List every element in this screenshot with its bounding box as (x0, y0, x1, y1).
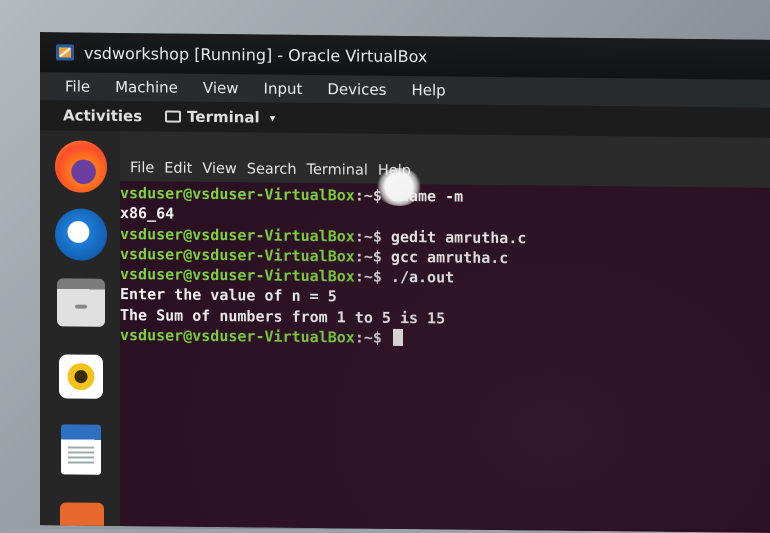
terminal-icon (165, 110, 182, 123)
firefox-icon[interactable] (55, 140, 107, 193)
terminal-window[interactable]: File Edit View Search Terminal Help vsdu… (120, 131, 770, 533)
virtualbox-icon (56, 44, 74, 61)
prompt-user: vsduser@vsduser-VirtualBox (120, 326, 355, 347)
menu-help[interactable]: Help (411, 81, 445, 99)
terminal-menu-terminal[interactable]: Terminal (307, 162, 368, 179)
menu-input[interactable]: Input (264, 80, 303, 98)
menu-file[interactable]: File (65, 77, 90, 95)
terminal-menu-view[interactable]: View (202, 161, 236, 177)
command-text: gedit amrutha.c (381, 227, 527, 247)
prompt-suffix: :~$ (354, 328, 382, 347)
prompt-user: vsduser@vsduser-VirtualBox (120, 224, 355, 246)
terminal-output[interactable]: vsduser@vsduser-VirtualBox:~$ uname -m x8… (120, 183, 770, 533)
terminal-menu-file[interactable]: File (130, 160, 154, 176)
menu-machine[interactable]: Machine (115, 78, 178, 97)
command-text: ./a.out (381, 267, 455, 287)
window-title: vsdworkshop [Running] - Oracle VirtualBo… (84, 43, 428, 66)
prompt-user: vsduser@vsduser-VirtualBox (120, 244, 355, 266)
app-menu-terminal[interactable]: Terminal ▾ (165, 107, 275, 126)
output-text: Enter the value of n = 5 (120, 285, 337, 306)
app-menu-label: Terminal (187, 107, 260, 127)
activities-button[interactable]: Activities (63, 106, 142, 125)
terminal-header: File Edit View Search Terminal Help (120, 131, 770, 188)
command-text (382, 329, 391, 347)
prompt-suffix: :~$ (354, 227, 382, 246)
chevron-down-icon: ▾ (269, 111, 276, 125)
terminal-menubar: File Edit View Search Terminal Help (130, 160, 411, 179)
prompt-suffix: :~$ (354, 247, 382, 266)
rhythmbox-icon[interactable] (59, 354, 103, 399)
output-text: The Sum of numbers from 1 to 5 is 15 (120, 305, 446, 328)
prompt-user: vsduser@vsduser-VirtualBox (120, 184, 355, 205)
prompt-suffix: :~$ (354, 267, 382, 286)
output-text: x86_64 (120, 204, 175, 223)
thunderbird-icon[interactable] (55, 208, 107, 261)
terminal-menu-edit[interactable]: Edit (164, 160, 192, 176)
terminal-cursor (392, 328, 403, 347)
libreoffice-writer-icon[interactable] (61, 424, 101, 475)
menu-devices[interactable]: Devices (327, 80, 386, 99)
command-text: gcc amrutha.c (381, 247, 509, 267)
terminal-menu-search[interactable]: Search (247, 161, 297, 178)
prompt-user: vsduser@vsduser-VirtualBox (120, 265, 355, 286)
screen: vsdworkshop [Running] - Oracle VirtualBo… (40, 32, 770, 533)
files-icon[interactable] (57, 278, 105, 327)
menu-view[interactable]: View (203, 79, 239, 97)
dock (40, 130, 120, 533)
screen-glare (375, 167, 423, 207)
